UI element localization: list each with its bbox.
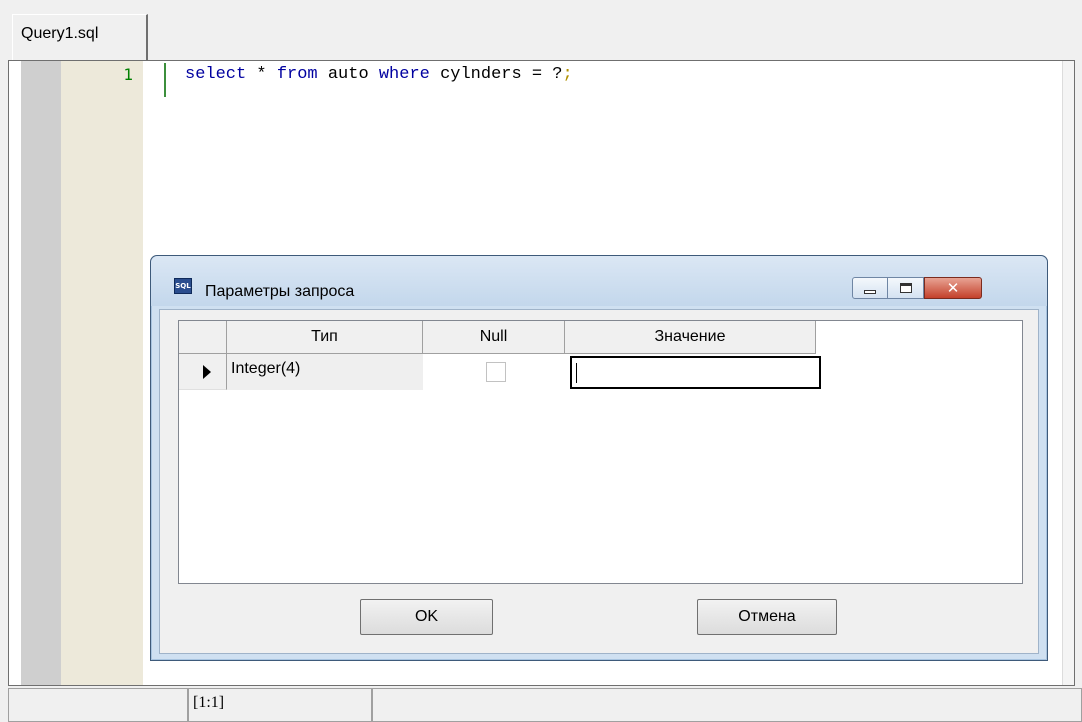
status-cell-3 [372,688,1082,722]
code-token: cylnders = ? [429,65,563,84]
maximize-button[interactable] [888,277,924,299]
code-token: auto [317,65,379,84]
editor-margin [21,61,61,685]
code-token-symbol: ; [562,65,573,84]
close-icon: ✕ [946,279,960,297]
cell-type[interactable]: Integer(4) [227,354,423,390]
grid-corner-header [179,321,227,354]
dialog-client-area: Тип Null Значение Integer(4) OK Отмена [159,309,1039,654]
parameters-grid: Тип Null Значение Integer(4) [178,320,1023,584]
column-header-value[interactable]: Значение [565,321,816,354]
status-cell-1 [8,688,188,722]
code-token-keyword: where [378,65,430,84]
text-caret [576,363,577,383]
close-button[interactable]: ✕ [924,277,982,299]
dialog-title: Параметры запроса [205,283,355,300]
line-number-gutter [61,61,143,685]
current-row-arrow-icon [203,365,211,379]
minimize-button[interactable] [852,277,888,299]
column-header-type[interactable]: Тип [227,321,423,354]
code-token-keyword: from [276,65,318,84]
line-change-marker [164,63,166,97]
vertical-scrollbar[interactable] [1062,61,1074,685]
minimize-icon [864,290,876,294]
null-checkbox[interactable] [486,362,506,382]
ok-button[interactable]: OK [360,599,493,635]
line-number: 1 [123,65,133,84]
maximize-icon [900,283,912,293]
code-token-keyword: select [185,65,247,84]
cursor-position: [1:1] [188,688,372,722]
tab-label: Query1.sql [21,25,99,42]
code-token: * [246,65,277,84]
value-input[interactable] [570,356,821,389]
tab-query1-sql[interactable]: Query1.sql [12,14,148,60]
query-parameters-dialog: SQL Параметры запроса ✕ Тип Null Значени… [150,255,1048,661]
code-line[interactable]: select * from auto where cylnders = ?; [185,65,573,84]
sql-icon: SQL [174,278,192,294]
tab-strip: Query1.sql [0,0,1082,60]
column-header-null[interactable]: Null [423,321,565,354]
dialog-titlebar[interactable]: SQL Параметры запроса ✕ [151,256,1047,306]
status-bar: [1:1] [0,688,1082,722]
row-indicator[interactable] [179,354,227,390]
cancel-button[interactable]: Отмена [697,599,837,635]
